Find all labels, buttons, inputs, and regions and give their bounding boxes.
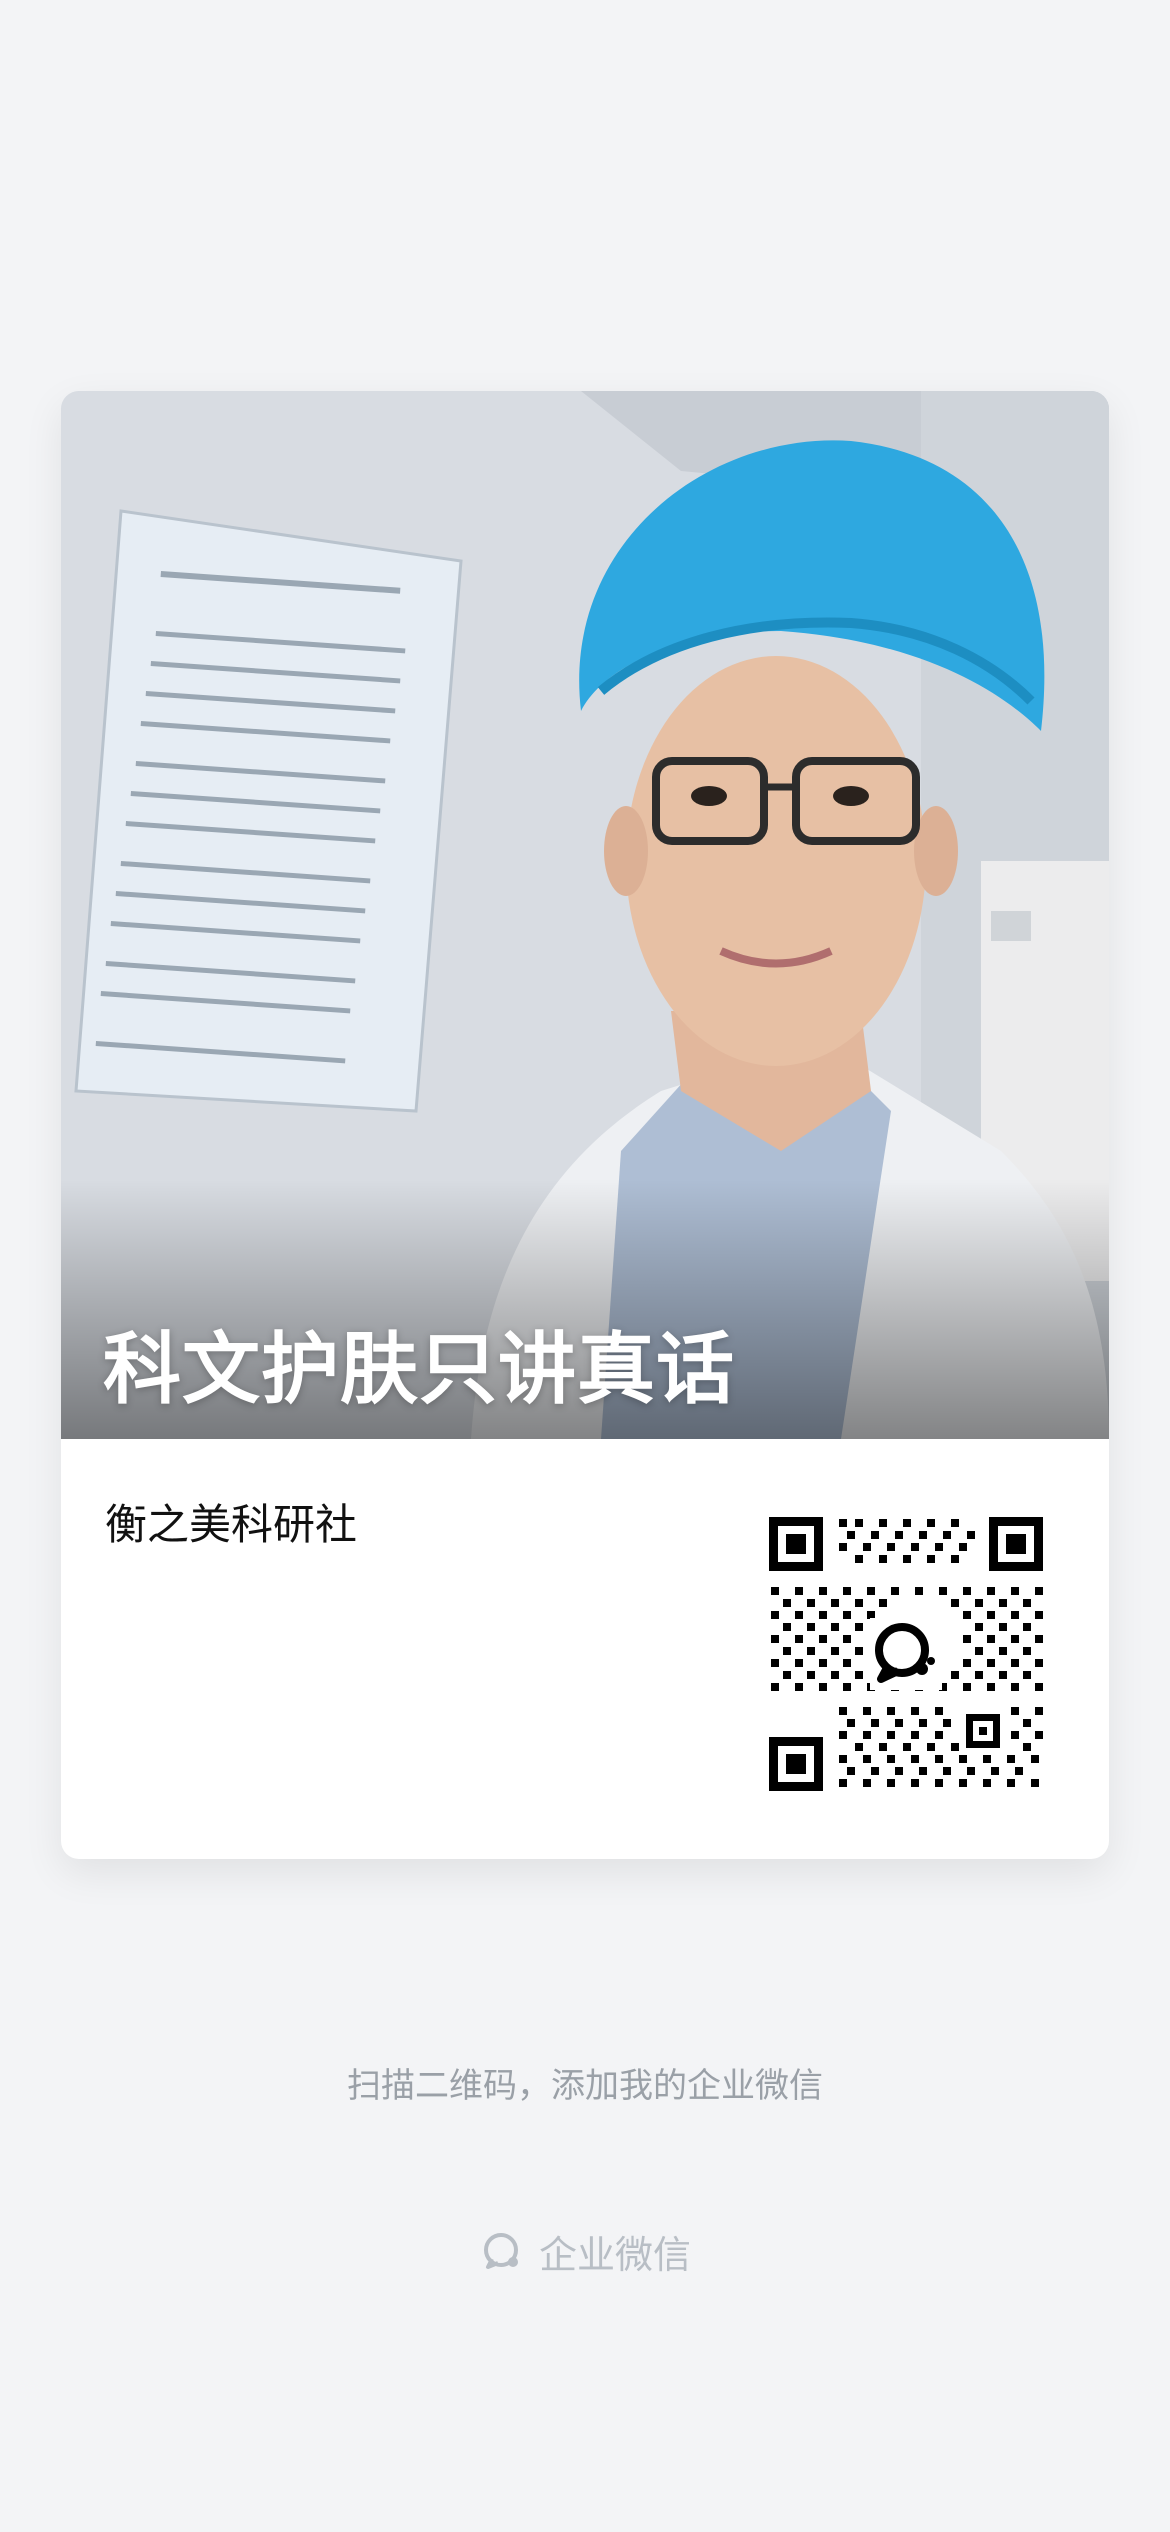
profile-photo: 科文护肤只讲真话 xyxy=(61,391,1109,1439)
wechat-work-logo-icon xyxy=(479,2228,527,2276)
qr-code-graphic xyxy=(761,1509,1051,1799)
contact-card: 科文护肤只讲真话 衡之美科研社 xyxy=(61,391,1109,1859)
company-name: 衡之美科研社 xyxy=(105,1500,358,1549)
brand-name: 企业微信 xyxy=(538,2233,691,2277)
scan-instruction: 扫描二维码，添加我的企业微信 xyxy=(347,2066,823,2106)
qr-code xyxy=(761,1509,1051,1799)
brand-footer: 企业微信 xyxy=(0,2224,1170,2285)
slogan-text: 科文护肤只讲真话 xyxy=(103,1325,736,1415)
